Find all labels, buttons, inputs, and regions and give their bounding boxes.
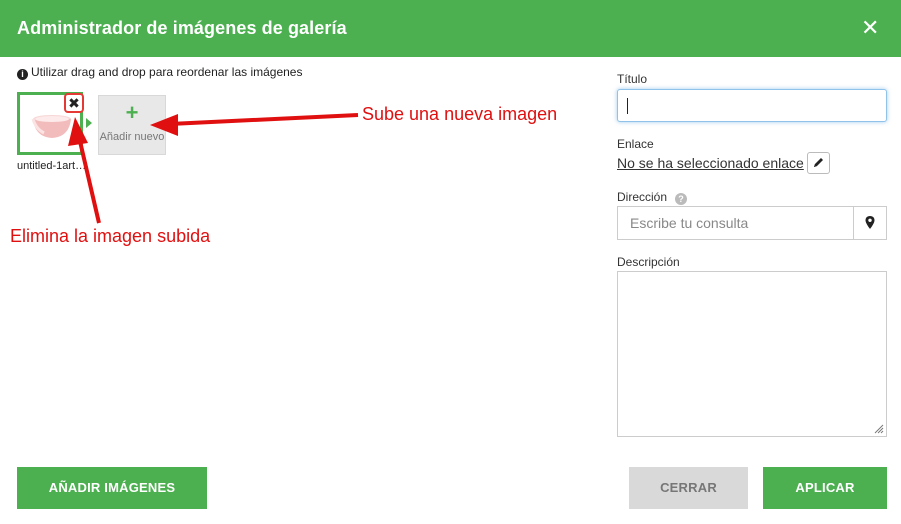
resize-handle-icon[interactable] <box>874 424 884 434</box>
link-label: Enlace <box>617 137 654 151</box>
description-label: Descripción <box>617 255 680 269</box>
upload-annotation-arrow <box>150 113 359 136</box>
apply-button[interactable]: APLICAR <box>763 467 887 509</box>
close-button[interactable]: CERRAR <box>629 467 748 509</box>
address-label: Dirección <box>617 190 668 204</box>
title-input[interactable] <box>617 89 887 122</box>
delete-annotation-arrow <box>68 117 101 224</box>
map-marker-button[interactable] <box>853 206 887 240</box>
question-circle-icon[interactable]: ? <box>675 193 688 205</box>
edit-link-button[interactable] <box>807 152 830 174</box>
description-textarea[interactable] <box>617 271 887 437</box>
title-label: Título <box>617 72 648 86</box>
upload-annotation: Sube una nueva imagen <box>362 104 558 124</box>
gallery-dialog: Administrador de imágenes de galería ✕ i… <box>0 0 901 524</box>
add-images-button[interactable]: AÑADIR IMÁGENES <box>17 467 207 509</box>
annotation-arrows <box>68 113 359 224</box>
map-marker-icon <box>865 216 875 229</box>
address-input[interactable]: Escribe tu consulta <box>617 206 854 240</box>
pencil-icon <box>814 158 823 167</box>
delete-annotation: Elimina la imagen subida <box>10 226 211 246</box>
address-label-row: Dirección? <box>617 190 688 205</box>
text-caret <box>627 98 628 114</box>
link-value[interactable]: No se ha seleccionado enlace <box>617 155 804 171</box>
